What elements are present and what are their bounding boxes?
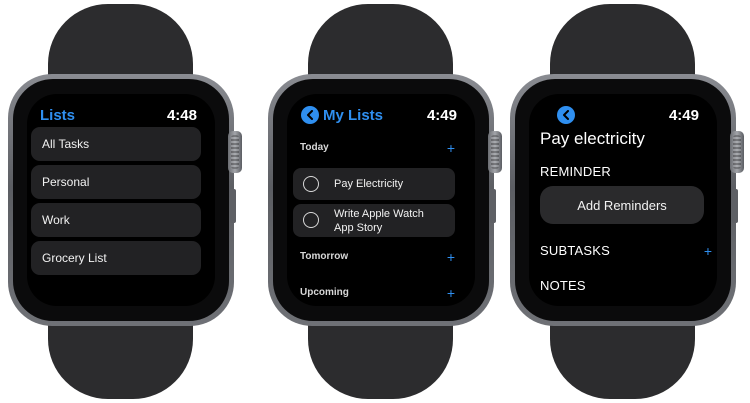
side-button[interactable] [230,189,236,223]
add-reminders-label: Add Reminders [577,197,667,213]
add-upcoming-button[interactable]: + [447,286,455,300]
task-label-line1: Write Apple Watch [334,208,424,220]
task-pay-electricity[interactable]: Pay Electricity [293,168,455,200]
add-subtask-button[interactable]: + [704,244,712,258]
add-reminders-button[interactable]: Add Reminders [540,186,704,224]
task-title: Pay electricity [540,129,645,148]
add-tomorrow-button[interactable]: + [447,250,455,264]
list-item-label: All Tasks [42,137,90,151]
clock-time: 4:48 [166,107,197,124]
watch-screen: 4:49 Pay electricity REMINDER Add Remind… [529,94,717,306]
list-item-label: Work [42,213,70,227]
watch-screen: My Lists 4:49 Today + Pay Electricity Wr… [287,94,475,306]
reminder-label: REMINDER [540,164,611,179]
task-label: Write Apple Watch App Story [334,207,424,235]
list-item-all-tasks[interactable]: All Tasks [31,127,201,161]
watch-screen: Lists 4:48 All Tasks Personal Work Groce… [27,94,215,306]
digital-crown[interactable] [488,131,502,173]
list-item-grocery-list[interactable]: Grocery List [31,241,201,275]
section-tomorrow: Tomorrow [300,251,349,262]
clock-time: 4:49 [426,107,457,124]
chevron-left-icon [563,110,569,120]
screen-title: My Lists [323,107,384,124]
chevron-left-icon [307,110,313,120]
watch-task-detail: 4:49 Pay electricity REMINDER Add Remind… [510,0,750,403]
section-today: Today [300,142,329,153]
clock-time: 4:49 [668,107,699,124]
notes-label[interactable]: NOTES [540,278,586,293]
back-button[interactable] [301,106,319,124]
task-write-apple-watch-app-story[interactable]: Write Apple Watch App Story [293,204,455,237]
task-checkbox[interactable] [303,176,319,192]
list-item-label: Grocery List [42,251,107,265]
task-checkbox[interactable] [303,212,319,228]
task-label-line2: App Story [334,222,383,234]
task-label: Pay Electricity [334,178,404,190]
side-button[interactable] [732,189,738,223]
list-item-label: Personal [42,175,90,189]
section-upcoming: Upcoming [300,287,349,298]
digital-crown[interactable] [730,131,744,173]
add-today-button[interactable]: + [447,141,455,155]
subtasks-label: SUBTASKS [540,243,610,258]
side-button[interactable] [490,189,496,223]
watch-lists: Lists 4:48 All Tasks Personal Work Groce… [8,0,248,403]
back-button[interactable] [557,106,575,124]
list-item-work[interactable]: Work [31,203,201,237]
screen-title: Lists [40,107,76,124]
watch-my-lists: My Lists 4:49 Today + Pay Electricity Wr… [268,0,508,403]
list-item-personal[interactable]: Personal [31,165,201,199]
digital-crown[interactable] [228,131,242,173]
